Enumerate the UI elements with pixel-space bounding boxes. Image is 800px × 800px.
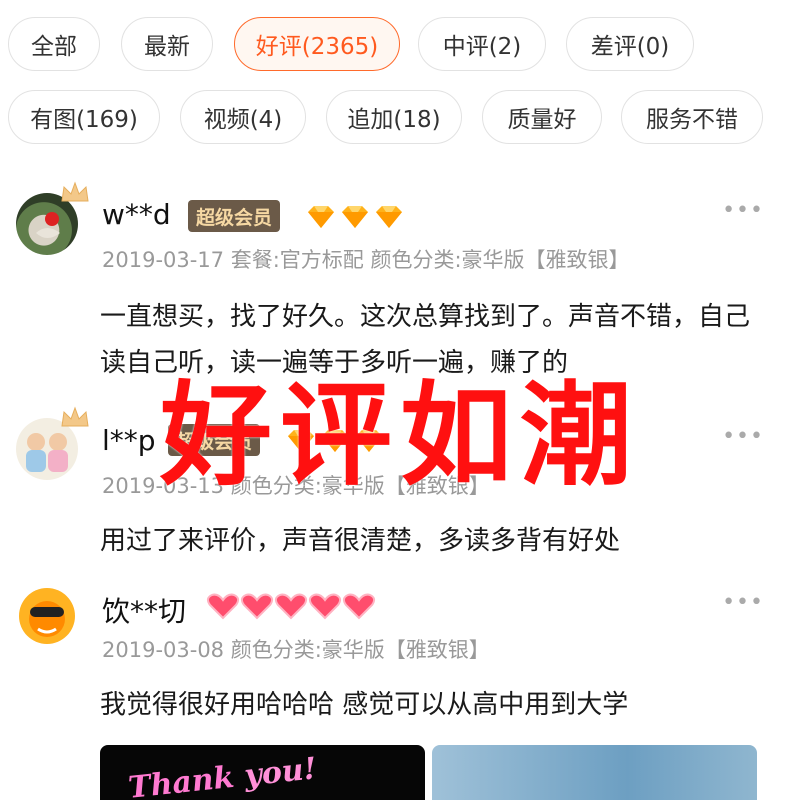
heart-icon — [342, 593, 376, 620]
level-diamonds — [304, 204, 406, 230]
avatar[interactable] — [16, 181, 89, 255]
review-meta: 2019-03-17 套餐:官方标配 颜色分类:豪华版【雅致银】 — [102, 248, 630, 272]
review-photo[interactable]: Thank you! — [100, 745, 425, 800]
crown-icon — [61, 181, 89, 202]
filter-chip-latest[interactable]: 最新 — [121, 17, 213, 71]
heart-icon — [274, 593, 308, 620]
heart-icon — [308, 593, 342, 620]
super-member-badge: 超级会员 — [188, 200, 281, 232]
review-photo[interactable] — [432, 745, 757, 800]
filter-chip-good-service[interactable]: 服务不错 — [621, 90, 763, 144]
filter-chip-with-images[interactable]: 有图(169) — [8, 90, 160, 144]
username: w**d — [102, 198, 171, 231]
more-options-icon[interactable]: ••• — [722, 590, 764, 615]
filter-chip-neutral[interactable]: 中评(2) — [418, 17, 546, 71]
level-hearts — [206, 592, 376, 620]
heart-icon — [206, 593, 240, 620]
filter-chip-good-quality[interactable]: 质量好 — [482, 90, 602, 144]
more-options-icon[interactable]: ••• — [722, 198, 764, 223]
username: 饮**切 — [102, 595, 187, 628]
filter-chip-all[interactable]: 全部 — [8, 17, 100, 71]
filter-chip-followup[interactable]: 追加(18) — [326, 90, 462, 144]
filter-chip-positive[interactable]: 好评(2365) — [234, 17, 400, 71]
photo-caption: Thank you! — [126, 751, 319, 800]
review-meta: 2019-03-08 颜色分类:豪华版【雅致银】 — [102, 638, 490, 662]
promo-overlay-text: 好评如潮 — [160, 371, 640, 501]
review-text: 用过了来评价，声音很清楚，多读多背有好处 — [100, 526, 621, 556]
review-text: 我觉得很好用哈哈哈 感觉可以从高中用到大学 — [100, 690, 629, 720]
diamond-icon — [376, 206, 402, 228]
filter-chip-negative[interactable]: 差评(0) — [566, 17, 694, 71]
heart-icon — [240, 593, 274, 620]
filter-chip-video[interactable]: 视频(4) — [180, 90, 306, 144]
diamond-icon — [308, 206, 334, 228]
avatar[interactable] — [16, 585, 78, 647]
diamond-icon — [342, 206, 368, 228]
